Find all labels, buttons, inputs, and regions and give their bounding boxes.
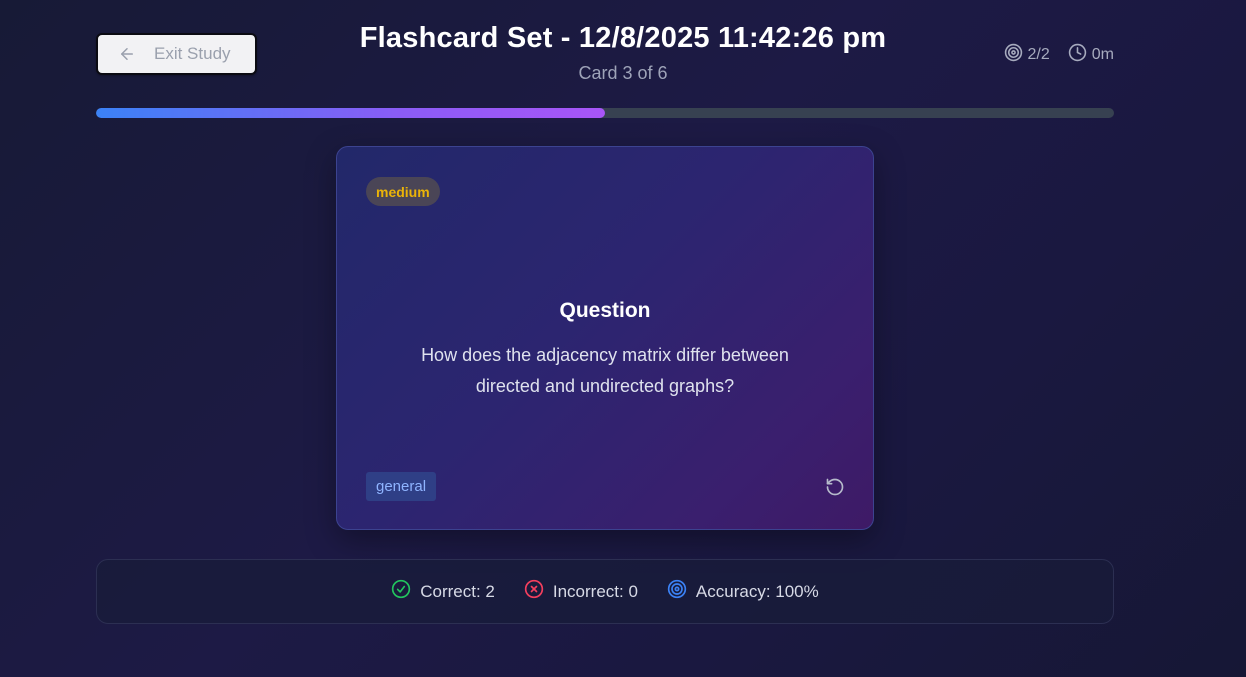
card-side-label: Question: [559, 299, 651, 322]
rotate-ccw-icon[interactable]: [825, 477, 845, 497]
time-stat: 0m: [1068, 43, 1114, 67]
progress-fill: [96, 108, 605, 118]
correct-count: Correct: 2: [391, 579, 495, 604]
card-question-text: How does the adjacency matrix differ bet…: [421, 345, 789, 396]
difficulty-badge: medium: [366, 177, 440, 206]
time-value: 0m: [1091, 46, 1114, 63]
clock-icon: [1068, 43, 1087, 67]
x-circle-icon: [524, 579, 544, 604]
target-icon: [1004, 43, 1023, 67]
score-stat: 2/2: [1004, 43, 1050, 67]
category-tag: general: [366, 472, 437, 501]
check-circle-icon: [391, 579, 411, 604]
accuracy-label: Accuracy: 100%: [695, 581, 819, 601]
session-summary: Correct: 2 Incorrect: 0 Accuracy: 100%: [96, 559, 1114, 624]
incorrect-label: Incorrect: 0: [552, 581, 638, 601]
score-value: 2/2: [1027, 46, 1050, 63]
flashcard[interactable]: medium Question How does the adjacency m…: [336, 146, 874, 530]
progress-bar: [96, 108, 1114, 118]
correct-label: Correct: 2: [420, 581, 495, 601]
accuracy-value: Accuracy: 100%: [667, 579, 819, 604]
target-icon: [667, 579, 687, 604]
incorrect-count: Incorrect: 0: [524, 579, 638, 604]
session-stats: 2/2 0m: [1004, 43, 1114, 67]
